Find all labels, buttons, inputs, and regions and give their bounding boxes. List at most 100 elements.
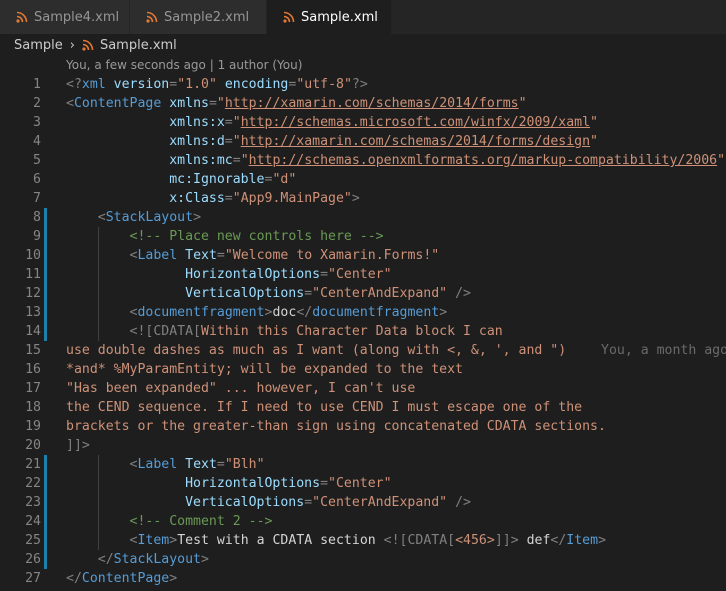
- token: <456>: [455, 533, 495, 548]
- token: ContentPage: [73, 96, 162, 111]
- token: the CEND sequence. If I need to use CEND…: [66, 400, 583, 415]
- code-line[interactable]: 16 *and* %MyParamEntity; will be expanded…: [0, 360, 726, 379]
- git-blame-annotation: You, a month ago: [601, 343, 726, 358]
- tab-sample2-xml[interactable]: Sample2.xml: [130, 0, 267, 34]
- token: =: [232, 153, 241, 168]
- token: xmlns:mc: [169, 153, 233, 168]
- token: http://schemas.openxmlformats.org/markup…: [248, 153, 718, 168]
- code-line[interactable]: 12 VerticalOptions="CenterAndExpand" />: [0, 284, 726, 303]
- code-line[interactable]: 19 brackets or the greater-than sign usin…: [0, 417, 726, 436]
- token: />: [455, 286, 471, 301]
- token: =: [169, 77, 178, 92]
- code-editor[interactable]: 1 <?xml version="1.0" encoding="utf-8"?> 2…: [0, 75, 726, 588]
- tab-label: Sample4.xml: [34, 9, 120, 25]
- line-number: 3: [33, 115, 41, 130]
- code-line[interactable]: 8 <StackLayout>: [0, 208, 726, 227]
- code-line[interactable]: 10 <Label Text="Welcome to Xamarin.Forms…: [0, 246, 726, 265]
- modified-line-marker[interactable]: [44, 208, 47, 227]
- code-line[interactable]: 26 </StackLayout>: [0, 550, 726, 569]
- token: >: [169, 533, 178, 548]
- modified-line-marker[interactable]: [44, 474, 47, 493]
- token: Text: [185, 457, 217, 472]
- tab-sample4-xml[interactable]: Sample4.xml: [0, 0, 130, 34]
- token: x:Class: [169, 191, 225, 206]
- token: >: [439, 305, 448, 320]
- code-line[interactable]: 22 HorizontalOptions="Center": [0, 474, 726, 493]
- token: use double dashes as much as I want (alo…: [66, 343, 567, 358]
- line-code: x:Class="App9.MainPage">: [66, 189, 360, 208]
- line-number: 6: [33, 172, 41, 187]
- modified-line-marker[interactable]: [44, 493, 47, 512]
- line-number: 16: [25, 362, 41, 377]
- modified-line-marker[interactable]: [44, 284, 47, 303]
- line-code: xmlns:mc="http://schemas.openxmlformats.…: [66, 151, 725, 170]
- modified-line-marker[interactable]: [44, 455, 47, 474]
- token: "utf-8": [296, 77, 352, 92]
- modified-line-marker[interactable]: [44, 246, 47, 265]
- modified-line-marker[interactable]: [44, 265, 47, 284]
- rss-icon: [283, 11, 295, 23]
- modified-line-marker[interactable]: [44, 303, 47, 322]
- token: >: [201, 552, 209, 567]
- line-number: 25: [25, 533, 41, 548]
- token: ]]>: [66, 438, 90, 453]
- code-line[interactable]: 1 <?xml version="1.0" encoding="utf-8"?>: [0, 75, 726, 94]
- modified-line-marker[interactable]: [44, 322, 47, 341]
- modified-line-marker[interactable]: [44, 227, 47, 246]
- code-line[interactable]: 11 HorizontalOptions="Center": [0, 265, 726, 284]
- modified-line-marker[interactable]: [44, 550, 47, 569]
- code-line[interactable]: 9 <!-- Place new controls here -->: [0, 227, 726, 246]
- code-line[interactable]: 24 <!-- Comment 2 -->: [0, 512, 726, 531]
- token: documentfragment: [137, 305, 265, 320]
- tab-sample-xml[interactable]: Sample.xml: [267, 0, 392, 34]
- tab-bar: Sample4.xml Sample2.xml Sample.xml: [0, 0, 726, 34]
- line-code: <StackLayout>: [66, 208, 201, 227]
- breadcrumb-file[interactable]: Sample.xml: [100, 38, 177, 53]
- line-code: xmlns:d="http://xamarin.com/schemas/2014…: [66, 132, 598, 151]
- code-line[interactable]: 23 VerticalOptions="CenterAndExpand" />: [0, 493, 726, 512]
- code-line[interactable]: 2 <ContentPage xmlns="http://xamarin.com/…: [0, 94, 726, 113]
- token: Label: [137, 248, 178, 263]
- line-number: 4: [33, 134, 41, 149]
- token: >: [351, 191, 360, 206]
- token: <?: [66, 77, 82, 92]
- modified-line-marker[interactable]: [44, 512, 47, 531]
- code-line[interactable]: 6 mc:Ignorable="d": [0, 170, 726, 189]
- token: Text: [185, 248, 217, 263]
- code-line[interactable]: 7 x:Class="App9.MainPage">: [0, 189, 726, 208]
- code-line[interactable]: 27 </ContentPage>: [0, 569, 726, 588]
- line-number: 17: [25, 381, 41, 396]
- code-line[interactable]: 15 use double dashes as much as I want (a…: [0, 341, 726, 360]
- code-line[interactable]: 20]]>: [0, 436, 726, 455]
- token: "1.0": [177, 77, 217, 92]
- token: <![CDATA[: [383, 533, 456, 548]
- code-line[interactable]: 13 <documentfragment>doc</documentfragme…: [0, 303, 726, 322]
- token: documentfragment: [312, 305, 440, 320]
- code-line[interactable]: 18 the CEND sequence. If I need to use CE…: [0, 398, 726, 417]
- code-line[interactable]: 25 <Item>Test with a CDATA section <![CD…: [0, 531, 726, 550]
- breadcrumb-folder[interactable]: Sample: [14, 38, 63, 53]
- modified-line-marker[interactable]: [44, 531, 47, 550]
- code-line[interactable]: 3 xmlns:x="http://schemas.microsoft.com/…: [0, 113, 726, 132]
- line-code: brackets or the greater-than sign using …: [66, 417, 606, 436]
- token: StackLayout: [105, 210, 194, 225]
- token: "Blh": [224, 457, 265, 472]
- token: brackets or the greater-than sign using …: [66, 419, 606, 434]
- code-line[interactable]: 14 <![CDATA[Within this Character Data b…: [0, 322, 726, 341]
- line-code: <!-- Place new controls here -->: [66, 227, 384, 246]
- code-line[interactable]: 4 xmlns:d="http://xamarin.com/schemas/20…: [0, 132, 726, 151]
- code-line[interactable]: 17 "Has been expanded" ... however, I can…: [0, 379, 726, 398]
- token: >: [193, 210, 202, 225]
- token: <: [97, 210, 106, 225]
- token: =: [224, 191, 233, 206]
- line-number: 1: [33, 77, 41, 92]
- line-number: 2: [33, 96, 41, 111]
- codelens-author-info[interactable]: You, a few seconds ago | 1 author (You): [66, 58, 302, 72]
- code-line[interactable]: 21 <Label Text="Blh": [0, 455, 726, 474]
- token: "CenterAndExpand": [312, 495, 448, 510]
- code-line[interactable]: 5 xmlns:mc="http://schemas.openxmlformat…: [0, 151, 726, 170]
